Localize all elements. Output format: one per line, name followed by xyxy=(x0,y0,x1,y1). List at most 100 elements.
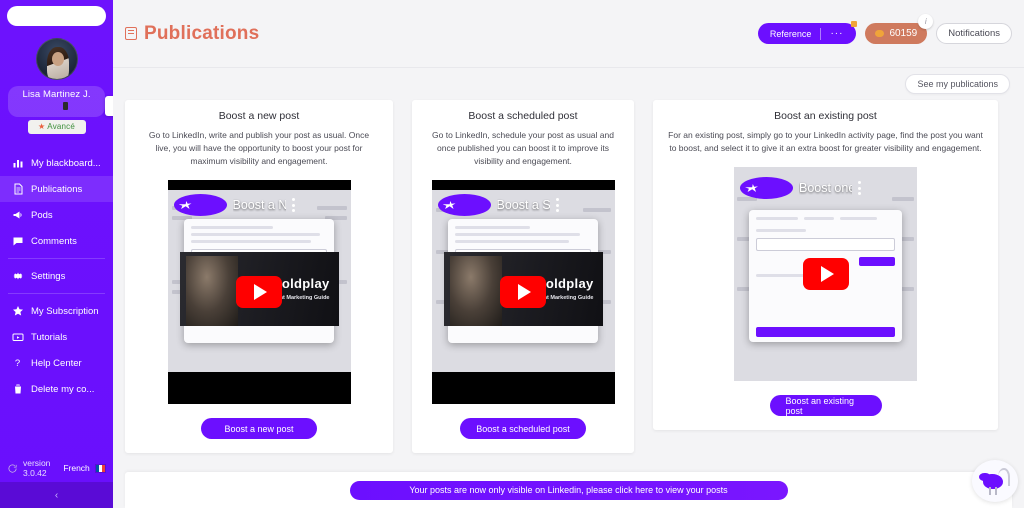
card-title: Boost an existing post xyxy=(774,110,877,122)
trash-icon xyxy=(11,383,24,396)
sidebar-item-label: My blackboard... xyxy=(31,157,101,169)
sidebar-footer: version 3.0.42 French xyxy=(0,458,113,478)
coin-balance[interactable]: 60159 i xyxy=(865,14,934,44)
reference-more-icon[interactable]: ··· xyxy=(821,28,852,39)
more-options-icon[interactable] xyxy=(858,181,911,195)
app-root: Lisa Martinez J. ★ Avancé My blackboard.… xyxy=(0,0,1024,508)
guitarist-image xyxy=(185,256,238,326)
plan-label: Avancé xyxy=(47,122,76,131)
bird-mascot-icon[interactable] xyxy=(972,460,1018,502)
sidebar-item-my-blackboard[interactable]: My blackboard... xyxy=(0,150,113,176)
sidebar-item-label: My Subscription xyxy=(31,305,99,317)
language-label[interactable]: French xyxy=(63,463,89,473)
edit-profile-icon[interactable] xyxy=(63,102,68,110)
sidebar: Lisa Martinez J. ★ Avancé My blackboard.… xyxy=(0,0,123,508)
sidebar-item-label: Publications xyxy=(31,183,83,195)
video-thumbnail[interactable]: Boost one of your Li... xyxy=(734,167,917,381)
card-boost-scheduled-post: Boost a scheduled post Go to LinkedIn, s… xyxy=(412,100,634,453)
bar-chart-icon xyxy=(11,157,24,170)
view-posts-button[interactable]: Your posts are now only visible on Linke… xyxy=(349,480,788,500)
video-thumbnail[interactable]: Coldplay Sold-Out Concert Strategy: Even… xyxy=(167,180,351,404)
reference-corner-marker xyxy=(851,21,858,27)
sidebar-item-settings[interactable]: Settings xyxy=(0,263,113,289)
sidebar-item-publications[interactable]: Publications xyxy=(0,176,113,202)
boost-existing-post-button[interactable]: Boost an existing post xyxy=(769,395,882,416)
bottom-banner: Your posts are now only visible on Linke… xyxy=(125,472,1012,508)
card-boost-existing-post: Boost an existing post For an existing p… xyxy=(653,100,998,430)
gear-icon xyxy=(11,270,24,283)
profile-name-pill[interactable]: Lisa Martinez J. xyxy=(8,86,105,117)
boost-new-post-button[interactable]: Boost a new post xyxy=(201,418,317,439)
sidebar-item-tutorials[interactable]: Tutorials xyxy=(0,324,113,350)
plan-badge: ★ Avancé xyxy=(27,120,86,134)
mascot-head xyxy=(979,473,990,481)
sidebar-item-comments[interactable]: Comments xyxy=(0,228,113,254)
comment-icon xyxy=(11,235,24,248)
version-text: version 3.0.42 xyxy=(23,458,51,478)
sidebar-item-label: Tutorials xyxy=(31,331,68,343)
video-icon xyxy=(11,331,24,344)
document-icon xyxy=(11,183,24,196)
notifications-button[interactable]: Notifications xyxy=(936,23,1012,44)
card-boost-new-post: Boost a new post Go to LinkedIn, write a… xyxy=(125,100,393,453)
view-posts-label: Your posts are now only visible on Linke… xyxy=(409,485,728,495)
play-button[interactable] xyxy=(236,276,282,308)
video-title-bar: Boost a SCHEDULE... xyxy=(432,190,615,220)
profile-name: Lisa Martinez J. xyxy=(22,89,91,100)
page-title-text: Publications xyxy=(144,22,260,44)
sidebar-divider xyxy=(8,258,105,259)
book-icon xyxy=(125,27,137,40)
mascot-leg-right xyxy=(995,487,997,495)
card-description: Go to LinkedIn, schedule your post as us… xyxy=(432,130,614,166)
reference-button[interactable]: Reference ··· xyxy=(757,21,858,44)
refresh-icon[interactable] xyxy=(7,463,18,474)
sidebar-item-label: Help Center xyxy=(31,357,82,369)
cards-row: Boost a new post Go to LinkedIn, write a… xyxy=(113,100,1024,453)
play-button[interactable] xyxy=(802,258,849,290)
main-content: Publications Reference ··· 60159 i Notif… xyxy=(113,0,1024,508)
more-options-icon[interactable] xyxy=(291,198,345,212)
info-icon[interactable]: i xyxy=(918,14,934,29)
question-icon: ? xyxy=(14,357,21,369)
avatar[interactable] xyxy=(35,38,78,80)
notifications-label: Notifications xyxy=(948,28,1000,39)
video-thumbnail[interactable]: Coldplay Sold-Out Concert Strategy: Even… xyxy=(431,180,615,404)
subbar: See my publications xyxy=(113,68,1024,100)
card-title: Boost a scheduled post xyxy=(468,110,578,122)
video-title: Boost a SCHEDULE... xyxy=(496,198,550,212)
chevron-left-icon: ‹ xyxy=(54,489,59,501)
sidebar-nav: My blackboard... Publications Pods Comme… xyxy=(0,150,113,402)
channel-avatar-icon xyxy=(437,194,491,216)
sidebar-item-my-subscription[interactable]: My Subscription xyxy=(0,298,113,324)
coin-count: 60159 xyxy=(889,28,918,39)
sidebar-item-label: Comments xyxy=(31,235,77,247)
topbar: Publications Reference ··· 60159 i Notif… xyxy=(113,0,1024,68)
channel-avatar-icon xyxy=(173,194,227,216)
sidebar-item-label: Delete my co... xyxy=(31,383,95,395)
video-title: Boost a NEW Linked... xyxy=(232,198,286,212)
mascot-leg-left xyxy=(989,487,991,495)
sidebar-item-help-center[interactable]: ? Help Center xyxy=(0,350,113,376)
reference-label: Reference xyxy=(769,28,812,39)
card-description: Go to LinkedIn, write and publish your p… xyxy=(148,130,370,166)
star-icon: ★ xyxy=(37,122,46,131)
sidebar-search-input[interactable] xyxy=(7,6,106,26)
see-my-publications-button[interactable]: See my publications xyxy=(905,74,1010,94)
play-button[interactable] xyxy=(500,276,546,308)
sidebar-item-delete-account[interactable]: Delete my co... xyxy=(0,376,113,402)
video-title-bar: Boost one of your Li... xyxy=(734,173,917,203)
video-title: Boost one of your Li... xyxy=(799,181,852,195)
sidebar-item-label: Settings xyxy=(31,270,66,282)
see-my-publications-label: See my publications xyxy=(917,79,998,89)
more-options-icon[interactable] xyxy=(555,198,609,212)
avatar-wrapper xyxy=(0,38,113,80)
button-label: Boost a new post xyxy=(224,423,294,434)
sidebar-item-pods[interactable]: Pods xyxy=(0,202,113,228)
boost-scheduled-post-button[interactable]: Boost a scheduled post xyxy=(460,418,586,439)
coin-icon xyxy=(875,30,885,37)
sidebar-collapse-button[interactable]: ‹ xyxy=(0,482,113,508)
sidebar-divider xyxy=(8,293,105,294)
page-title: Publications xyxy=(125,23,259,45)
sidebar-item-label: Pods xyxy=(31,209,53,221)
guitarist-image xyxy=(449,256,502,326)
